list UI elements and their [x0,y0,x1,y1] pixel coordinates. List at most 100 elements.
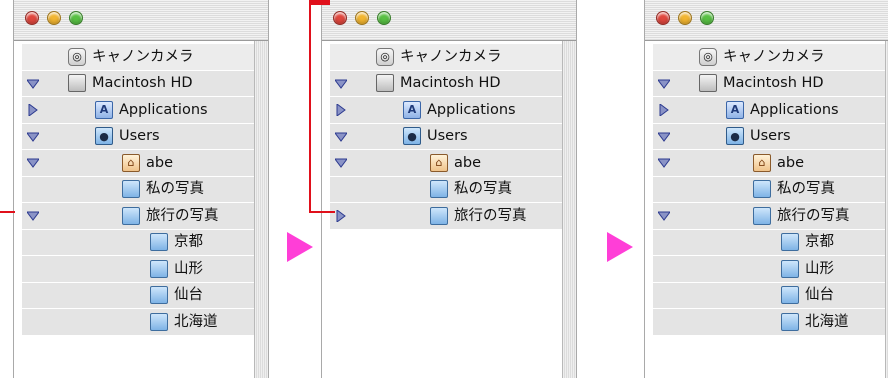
list-item[interactable]: ⌂ abe [22,150,255,177]
finder-window-after: ◎ キャノンカメラ Macintosh HD A Applications ● Users ⌂… [644,0,888,378]
disclosure-triangle-none [657,183,671,197]
list-item[interactable]: 京都 [22,229,255,256]
disk-icon [699,74,717,93]
list-item[interactable]: A Applications [330,97,563,124]
vertical-scrollbar[interactable] [254,41,268,378]
item-content: 仙台 [150,286,203,305]
list-item[interactable]: ⌂ abe [653,150,886,177]
close-button[interactable] [656,11,670,25]
disclosure-triangle-none [26,183,40,197]
item-content: 山形 [781,259,834,278]
list-item[interactable]: 北海道 [22,309,255,336]
disclosure-triangle-expanded-icon[interactable] [26,130,40,144]
list-item[interactable]: A Applications [653,97,886,124]
window-controls [333,11,391,25]
disclosure-triangle-expanded-icon[interactable] [26,156,40,170]
list-item[interactable]: Macintosh HD [653,70,886,97]
list-item-label: Macintosh HD [92,75,193,91]
list-item-label: 私の写真 [454,181,512,197]
disclosure-triangle-none [26,315,40,329]
disclosure-triangle-collapsed-icon[interactable] [334,103,348,117]
list-item[interactable]: 旅行の写真 [653,203,886,230]
disclosure-triangle-expanded-icon[interactable] [26,77,40,91]
window-titlebar[interactable] [14,0,268,41]
item-content: 私の写真 [122,180,204,199]
list-item-label: 山形 [805,260,834,277]
list-item[interactable]: 旅行の写真 [330,203,563,230]
item-content: ● Users [95,127,160,146]
list-item[interactable]: 仙台 [653,282,886,309]
list-item[interactable]: ● Users [22,123,255,150]
disclosure-triangle-expanded-icon[interactable] [657,209,671,223]
disclosure-triangle-collapsed-icon[interactable] [26,103,40,117]
disclosure-triangle-expanded-icon[interactable] [657,156,671,170]
item-content: 北海道 [150,312,218,331]
item-content: Macintosh HD [699,74,824,93]
list-item-label: abe [454,154,482,171]
disclosure-triangle-expanded-icon[interactable] [334,77,348,91]
item-content: Macintosh HD [376,74,501,93]
list-item[interactable]: ◎ キャノンカメラ [330,44,563,71]
zoom-button[interactable] [377,11,391,25]
camera-icon: ◎ [376,47,394,66]
disclosure-triangle-expanded-icon[interactable] [657,77,671,91]
home-folder-icon: ⌂ [753,153,771,172]
list-item[interactable]: ● Users [653,123,886,150]
list-item[interactable]: A Applications [22,97,255,124]
disclosure-triangle-collapsed-icon[interactable] [657,103,671,117]
list-item[interactable]: 私の写真 [22,176,255,203]
list-item[interactable]: 山形 [653,256,886,283]
list-item[interactable]: ◎ キャノンカメラ [22,44,255,71]
list-item-label: 仙台 [805,287,834,303]
folder-icon [122,206,140,225]
item-content: 旅行の写真 [122,206,219,225]
zoom-button[interactable] [700,11,714,25]
item-content: ◎ キャノンカメラ [68,47,194,66]
disclosure-triangle-expanded-icon[interactable] [657,130,671,144]
list-item[interactable]: 私の写真 [330,176,563,203]
list-item-label: 北海道 [174,313,218,330]
item-content: A Applications [726,100,839,119]
folder-icon [753,206,771,225]
list-item[interactable]: 仙台 [22,282,255,309]
list-item[interactable]: ◎ キャノンカメラ [653,44,886,71]
item-content: ◎ キャノンカメラ [376,47,502,66]
window-titlebar[interactable] [322,0,576,41]
list-item-label: Applications [427,101,516,118]
users-folder-icon: ● [95,127,113,146]
list-item[interactable]: 山形 [22,256,255,283]
close-button[interactable] [333,11,347,25]
item-content: ● Users [726,127,791,146]
item-content: 私の写真 [753,180,835,199]
close-button[interactable] [25,11,39,25]
window-titlebar[interactable] [645,0,888,41]
disclosure-triangle-expanded-icon[interactable] [26,209,40,223]
list-item[interactable]: 北海道 [653,309,886,336]
list-item[interactable]: ● Users [330,123,563,150]
zoom-button[interactable] [69,11,83,25]
minimize-button[interactable] [678,11,692,25]
folder-icon [150,286,168,305]
list-item[interactable]: ⌂ abe [330,150,563,177]
item-content: 旅行の写真 [753,206,850,225]
list-item[interactable]: Macintosh HD [330,70,563,97]
item-content: ⌂ abe [122,153,173,172]
callout-line [0,211,15,213]
disclosure-triangle-expanded-icon[interactable] [334,156,348,170]
disclosure-triangle-collapsed-icon[interactable] [334,209,348,223]
callout-line [309,0,311,213]
outline-list: ◎ キャノンカメラ Macintosh HD A Applications ● Users ⌂… [330,44,563,230]
list-item-label: 仙台 [174,287,203,303]
list-item-label: 京都 [174,234,203,250]
list-item[interactable]: 旅行の写真 [22,203,255,230]
users-folder-icon: ● [403,127,421,146]
disclosure-triangle-expanded-icon[interactable] [334,130,348,144]
vertical-scrollbar[interactable] [562,41,576,378]
minimize-button[interactable] [47,11,61,25]
list-item[interactable]: Macintosh HD [22,70,255,97]
list-item[interactable]: 私の写真 [653,176,886,203]
callout-line [309,211,335,213]
disclosure-triangle-none [657,315,671,329]
minimize-button[interactable] [355,11,369,25]
list-item[interactable]: 京都 [653,229,886,256]
